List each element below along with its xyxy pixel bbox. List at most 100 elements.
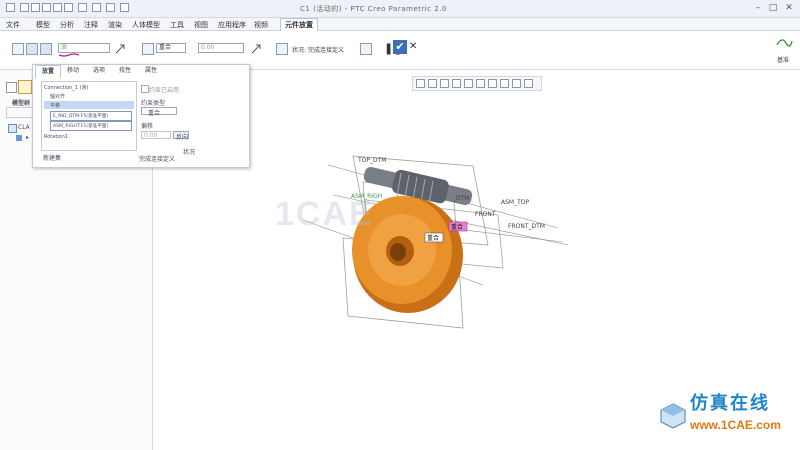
component-window-icon[interactable]	[276, 43, 288, 55]
constraint-select[interactable]: 重合	[156, 43, 186, 53]
offset-input[interactable]: 0.00	[198, 43, 244, 53]
windows-icon[interactable]	[92, 3, 101, 12]
tree-filter-input[interactable]	[6, 107, 34, 118]
label-asm-top: ASM_TOP	[501, 199, 529, 206]
brand-cube-icon	[660, 403, 686, 429]
connection-type-select[interactable]: 滑	[58, 43, 110, 53]
menu-file[interactable]: 文件	[6, 20, 20, 30]
brand-url-text: www.1CAE.com	[690, 418, 781, 432]
window-toggle-icon[interactable]	[360, 43, 372, 55]
close-window-icon[interactable]	[106, 3, 115, 12]
refit-icon[interactable]	[416, 79, 425, 88]
tab-move[interactable]: 移动	[61, 65, 85, 77]
flip-button[interactable]: 反向	[173, 131, 189, 141]
new-icon[interactable]	[20, 3, 29, 12]
menu-render[interactable]: 渲染	[108, 20, 122, 30]
tab-options[interactable]: 选项	[87, 65, 111, 77]
offset-label: 偏移	[141, 123, 154, 130]
model-tree-tab[interactable]: 模型树	[12, 98, 30, 107]
confirm-check-icon[interactable]: ✔	[393, 40, 407, 54]
tree-connection[interactable]: Connection_1 (滑)	[44, 84, 88, 91]
maximize-icon[interactable]: □	[767, 2, 779, 14]
customize-icon[interactable]	[120, 3, 129, 12]
menu-manikin[interactable]: 人体模型	[132, 20, 160, 30]
minimize-icon[interactable]: –	[752, 2, 764, 14]
display-style-icon[interactable]	[464, 79, 473, 88]
status-section-value: 完成连接定义	[139, 156, 176, 163]
constraint-type-select[interactable]: 重合	[141, 107, 177, 117]
constraint-enabled-checkbox[interactable]	[141, 85, 149, 93]
tree-item-child[interactable]: ▸	[26, 134, 29, 141]
menu-applications[interactable]: 应用程序	[218, 20, 246, 30]
menu-analysis[interactable]: 分析	[60, 20, 74, 30]
tag-coincident: 重合	[427, 234, 439, 242]
connection-tree: Connection_1 (滑) 轴对齐 平移 E_NID_DTM:F5(基准平…	[41, 81, 137, 151]
gear-bore-inner	[390, 243, 406, 261]
regenerate-icon[interactable]	[78, 3, 87, 12]
offset-field[interactable]: 0.00	[141, 131, 171, 139]
view-manager-icon[interactable]	[488, 79, 497, 88]
user-defined-icon[interactable]	[12, 43, 24, 55]
close-icon[interactable]: ✕	[783, 2, 795, 14]
window-title: C1 (活动的) - PTC Creo Parametric 2.0	[300, 5, 447, 13]
tab-flexibility[interactable]: 挠性	[113, 65, 137, 77]
undo-icon[interactable]	[53, 3, 62, 12]
tag-coincident2: 重合	[451, 223, 463, 231]
status-value: 完成连接定义	[308, 47, 345, 54]
save-icon[interactable]	[42, 3, 51, 12]
label-front: FRONT	[475, 211, 496, 218]
label-right-dtm: _DTM	[452, 195, 469, 202]
tree-item-root[interactable]: CLA	[18, 124, 30, 131]
tree-ref2-text: ASM_RIGHT:F1(基准平面)	[53, 124, 109, 129]
app-icon	[6, 3, 15, 12]
tree-translation: 平移	[50, 103, 61, 109]
tree-rotation[interactable]: Rotation1	[44, 134, 68, 140]
slider-icon[interactable]	[40, 43, 52, 55]
flip-icon[interactable]	[250, 43, 262, 55]
repaint-icon[interactable]	[452, 79, 461, 88]
cancel-x-icon[interactable]: ✕	[409, 41, 417, 52]
coincident-icon[interactable]	[142, 43, 154, 55]
datum-icon[interactable]	[774, 33, 794, 53]
open-icon[interactable]	[31, 3, 40, 12]
datum-label[interactable]: 基准	[777, 55, 789, 64]
datum-display-icon[interactable]	[500, 79, 509, 88]
saved-orientations-icon[interactable]	[476, 79, 485, 88]
redo-icon[interactable]	[64, 3, 73, 12]
tree-ref2[interactable]: ASM_RIGHT:F1(基准平面)	[50, 121, 132, 131]
offset-field-value: 0.00	[144, 132, 158, 139]
tree-translation-row[interactable]: 平移	[44, 101, 134, 109]
title-bar: C1 (活动的) - PTC Creo Parametric 2.0 – □ ✕	[0, 0, 800, 18]
label-front-dtm: FRONT_DTM	[508, 223, 545, 230]
status-section-label: 状况	[183, 149, 196, 156]
annotation-underline-icon	[58, 53, 80, 57]
tab-component-placement[interactable]: 元件放置	[280, 18, 318, 32]
annotation-display-icon[interactable]	[524, 79, 533, 88]
zoom-in-icon[interactable]	[428, 79, 437, 88]
model-tree-icon[interactable]	[6, 82, 17, 93]
constraint-enabled-label: 约束已启用	[149, 87, 180, 94]
placement-panel: 放置 移动 选项 挠性 属性 Connection_1 (滑) 轴对齐 平移 E…	[32, 64, 250, 168]
folder-icon[interactable]	[18, 80, 32, 94]
zoom-out-icon[interactable]	[440, 79, 449, 88]
spin-center-icon[interactable]	[512, 79, 521, 88]
swap-icon[interactable]	[114, 43, 126, 55]
brand-cn-text: 仿真在线	[690, 393, 770, 414]
rigid-icon[interactable]	[26, 43, 38, 55]
constraint-type-label: 约束类型	[141, 100, 166, 107]
tree-ref1-text: E_NID_DTM:F5(基准平面)	[53, 114, 109, 119]
menu-view[interactable]: 视图	[194, 20, 208, 30]
tree-axis-align[interactable]: 轴对齐	[50, 93, 65, 100]
new-set-link[interactable]: 新建集	[43, 153, 61, 162]
assembly-icon	[8, 124, 17, 133]
part-icon	[16, 135, 22, 141]
status-label: 状况:	[292, 47, 307, 54]
label-top-dtm: TOP_DTM	[357, 157, 386, 164]
menu-model[interactable]: 模型	[36, 20, 50, 30]
menu-video[interactable]: 视频	[254, 20, 268, 30]
tab-placement[interactable]: 放置	[35, 65, 61, 78]
menu-tools[interactable]: 工具	[170, 20, 184, 30]
menu-annotate[interactable]: 注释	[84, 20, 98, 30]
tree-ref1[interactable]: E_NID_DTM:F5(基准平面)	[50, 111, 132, 121]
tab-properties[interactable]: 属性	[139, 65, 163, 77]
